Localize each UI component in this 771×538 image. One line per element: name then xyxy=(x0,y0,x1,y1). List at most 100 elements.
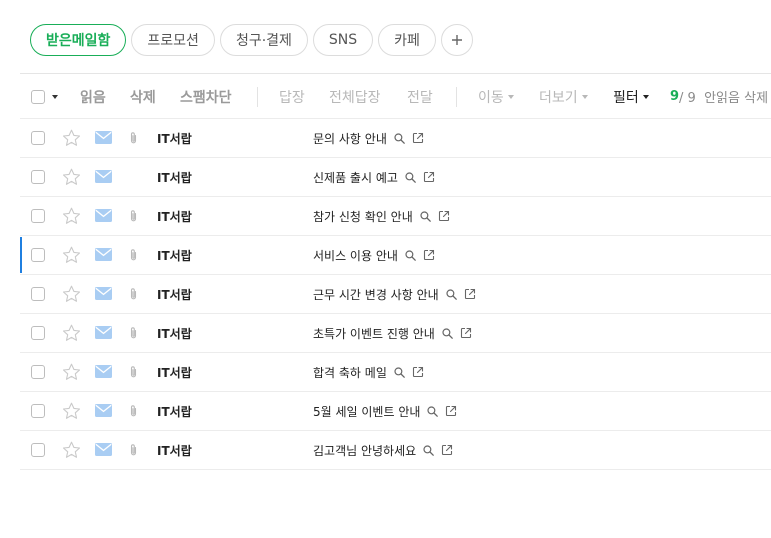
mail-subject-text[interactable]: 5월 세일 이벤트 안내 xyxy=(313,403,420,420)
select-all-checkbox[interactable] xyxy=(31,89,45,104)
mail-sender[interactable]: IT서랍 xyxy=(157,197,192,235)
reply-button[interactable]: 답장 xyxy=(279,74,305,119)
mail-subject-text[interactable]: 김고객님 안녕하세요 xyxy=(313,442,416,459)
mail-subject[interactable]: 초특가 이벤트 진행 안내 xyxy=(313,314,472,352)
external-link-icon[interactable] xyxy=(423,249,435,261)
magnifier-icon[interactable] xyxy=(420,210,431,222)
preview-button[interactable] xyxy=(394,132,405,144)
external-link-icon[interactable] xyxy=(460,327,472,339)
mail-sender[interactable]: IT서랍 xyxy=(157,158,192,196)
magnifier-icon[interactable] xyxy=(442,327,453,339)
mail-sender[interactable]: IT서랍 xyxy=(157,392,192,430)
tab-inbox[interactable]: 받은메일함 xyxy=(30,24,127,56)
open-new-window-button[interactable] xyxy=(423,171,435,183)
move-dropdown[interactable]: 이동 xyxy=(478,74,514,119)
open-new-window-button[interactable] xyxy=(445,405,457,417)
envelope-icon[interactable] xyxy=(95,170,112,183)
envelope-icon[interactable] xyxy=(95,404,112,417)
mail-checkbox[interactable] xyxy=(31,131,45,145)
mail-subject[interactable]: 참가 신청 확인 안내 xyxy=(313,197,450,235)
envelope-icon[interactable] xyxy=(95,443,112,456)
star-icon[interactable] xyxy=(62,402,81,420)
open-new-window-button[interactable] xyxy=(441,444,453,456)
mail-sender[interactable]: IT서랍 xyxy=(157,275,192,313)
star-icon[interactable] xyxy=(62,168,81,186)
unread-delete-link[interactable]: / 9 안읽음 삭제 xyxy=(679,87,768,106)
star-icon[interactable] xyxy=(62,129,81,147)
star-icon[interactable] xyxy=(62,207,81,225)
mail-row[interactable]: IT서랍 서비스 이용 안내 xyxy=(20,236,771,275)
mail-checkbox[interactable] xyxy=(31,365,45,379)
magnifier-icon[interactable] xyxy=(394,366,405,378)
mail-checkbox[interactable] xyxy=(31,326,45,340)
mail-subject[interactable]: 5월 세일 이벤트 안내 xyxy=(313,392,457,430)
select-all-control[interactable] xyxy=(31,74,58,119)
mail-row[interactable]: IT서랍 초특가 이벤트 진행 안내 xyxy=(20,314,771,353)
preview-button[interactable] xyxy=(420,210,431,222)
star-icon[interactable] xyxy=(62,324,81,342)
magnifier-icon[interactable] xyxy=(394,132,405,144)
mail-subject[interactable]: 문의 사항 안내 xyxy=(313,119,424,157)
envelope-icon[interactable] xyxy=(95,248,112,261)
mail-row[interactable]: IT서랍 근무 시간 변경 사항 안내 xyxy=(20,275,771,314)
envelope-icon[interactable] xyxy=(95,365,112,378)
preview-button[interactable] xyxy=(394,366,405,378)
mail-sender[interactable]: IT서랍 xyxy=(157,119,192,157)
external-link-icon[interactable] xyxy=(441,444,453,456)
mail-subject[interactable]: 김고객님 안녕하세요 xyxy=(313,431,453,469)
magnifier-icon[interactable] xyxy=(405,249,416,261)
block-spam-button[interactable]: 스팸차단 xyxy=(180,74,232,119)
mail-subject[interactable]: 근무 시간 변경 사항 안내 xyxy=(313,275,476,313)
star-icon[interactable] xyxy=(62,285,81,303)
open-new-window-button[interactable] xyxy=(460,327,472,339)
reply-all-button[interactable]: 전체답장 xyxy=(329,74,381,119)
external-link-icon[interactable] xyxy=(412,132,424,144)
mark-read-button[interactable]: 읽음 xyxy=(80,74,106,119)
mail-subject-text[interactable]: 서비스 이용 안내 xyxy=(313,247,398,264)
mail-row[interactable]: IT서랍 5월 세일 이벤트 안내 xyxy=(20,392,771,431)
star-icon[interactable] xyxy=(62,246,81,264)
mail-sender[interactable]: IT서랍 xyxy=(157,353,192,391)
tab-billing[interactable]: 청구·결제 xyxy=(219,24,308,56)
external-link-icon[interactable] xyxy=(445,405,457,417)
mail-row[interactable]: IT서랍 신제품 출시 예고 xyxy=(20,158,771,197)
mail-subject-text[interactable]: 초특가 이벤트 진행 안내 xyxy=(313,325,435,342)
star-icon[interactable] xyxy=(62,441,81,459)
open-new-window-button[interactable] xyxy=(438,210,450,222)
magnifier-icon[interactable] xyxy=(405,171,416,183)
mail-checkbox[interactable] xyxy=(31,404,45,418)
magnifier-icon[interactable] xyxy=(446,288,457,300)
forward-button[interactable]: 전달 xyxy=(407,74,433,119)
preview-button[interactable] xyxy=(405,171,416,183)
envelope-icon[interactable] xyxy=(95,326,112,339)
mail-row[interactable]: IT서랍 참가 신청 확인 안내 xyxy=(20,197,771,236)
chevron-down-icon[interactable] xyxy=(52,94,58,99)
mail-sender[interactable]: IT서랍 xyxy=(157,314,192,352)
open-new-window-button[interactable] xyxy=(412,366,424,378)
open-new-window-button[interactable] xyxy=(412,132,424,144)
mail-checkbox[interactable] xyxy=(31,443,45,457)
add-tab-button[interactable] xyxy=(440,24,473,56)
open-new-window-button[interactable] xyxy=(423,249,435,261)
external-link-icon[interactable] xyxy=(412,366,424,378)
mail-checkbox[interactable] xyxy=(31,248,45,262)
tab-sns[interactable]: SNS xyxy=(312,24,374,56)
open-new-window-button[interactable] xyxy=(464,288,476,300)
mail-subject-text[interactable]: 신제품 출시 예고 xyxy=(313,169,398,186)
mail-sender[interactable]: IT서랍 xyxy=(157,236,192,274)
mail-sender[interactable]: IT서랍 xyxy=(157,431,192,469)
mail-subject[interactable]: 서비스 이용 안내 xyxy=(313,236,435,274)
mail-row[interactable]: IT서랍 합격 축하 메일 xyxy=(20,353,771,392)
envelope-icon[interactable] xyxy=(95,131,112,144)
mail-subject-text[interactable]: 참가 신청 확인 안내 xyxy=(313,208,413,225)
magnifier-icon[interactable] xyxy=(423,444,435,456)
magnifier-icon[interactable] xyxy=(427,405,439,417)
preview-button[interactable] xyxy=(423,444,435,456)
delete-button[interactable]: 삭제 xyxy=(130,74,156,119)
preview-button[interactable] xyxy=(442,327,453,339)
preview-button[interactable] xyxy=(427,405,439,417)
mail-subject[interactable]: 합격 축하 메일 xyxy=(313,353,424,391)
preview-button[interactable] xyxy=(405,249,416,261)
more-dropdown[interactable]: 더보기 xyxy=(539,74,588,119)
mail-subject[interactable]: 신제품 출시 예고 xyxy=(313,158,435,196)
